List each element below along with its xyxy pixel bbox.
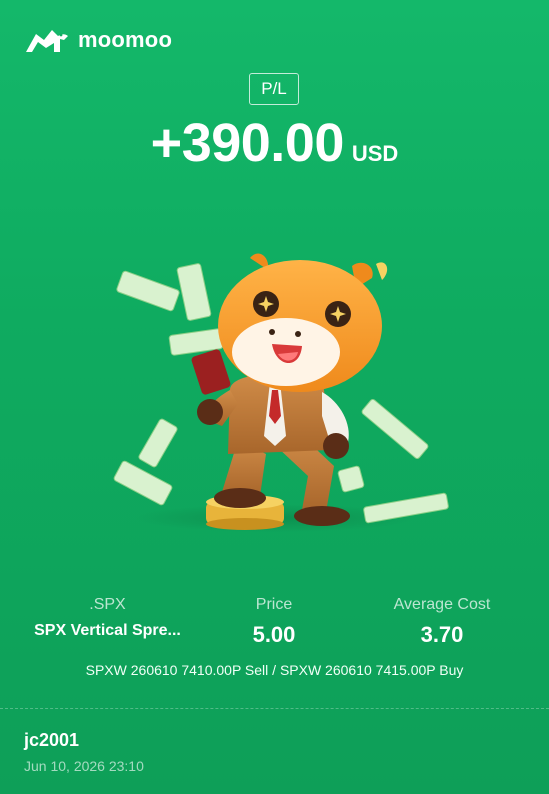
pl-summary: +390.00 USD bbox=[0, 112, 549, 174]
brand-logo: moomoo bbox=[24, 26, 172, 54]
price-value: 5.00 bbox=[252, 622, 296, 647]
symbol-label: .SPX bbox=[89, 596, 126, 613]
symbol-name: SPX Vertical Spre... bbox=[34, 622, 181, 639]
pl-currency: USD bbox=[351, 141, 399, 166]
average-cost-value: 3.70 bbox=[420, 622, 464, 647]
timestamp: Jun 10, 2026 23:10 bbox=[24, 758, 144, 774]
moomoo-bull-logo-icon bbox=[26, 30, 68, 52]
pl-value: +390.00 bbox=[150, 113, 345, 173]
username: jc2001 bbox=[24, 730, 80, 750]
share-card: moomoo P/L +390.00 USD .SPX Price Averag… bbox=[0, 0, 549, 794]
dashed-divider bbox=[0, 708, 549, 709]
price-label: Price bbox=[255, 596, 293, 613]
average-cost-label: Average Cost bbox=[393, 596, 491, 613]
pl-tag: P/L bbox=[249, 73, 299, 105]
brand-name: moomoo bbox=[78, 27, 173, 52]
option-legs: SPXW 260610 7410.00P Sell / SPXW 260610 … bbox=[85, 662, 464, 678]
bull-mascot-illustration bbox=[113, 253, 449, 532]
